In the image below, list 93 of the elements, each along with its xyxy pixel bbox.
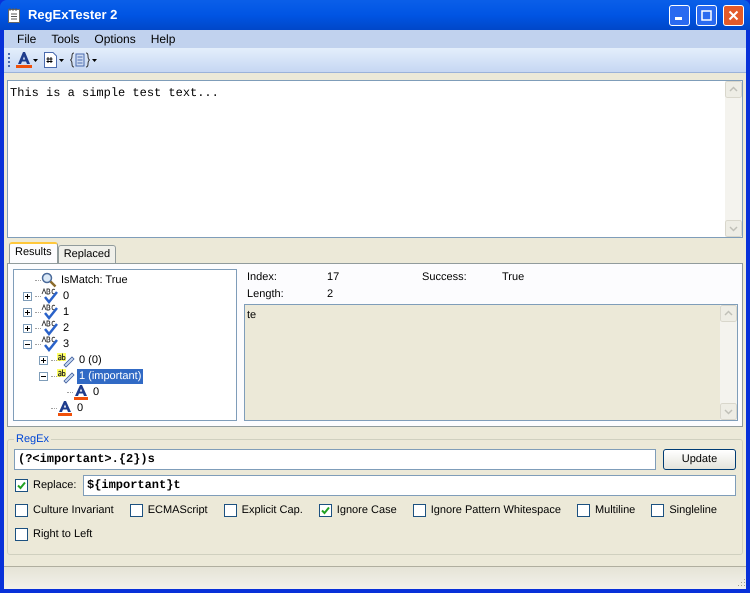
checkbox[interactable]	[15, 478, 28, 492]
spellcheck-icon	[41, 336, 59, 352]
checkbox[interactable]	[15, 504, 28, 516]
tree-item[interactable]: 0	[91, 384, 102, 400]
detail-value: True	[502, 270, 526, 284]
option-label: ECMAScript	[148, 502, 208, 518]
replacement-field[interactable]: ${important}t	[83, 474, 736, 496]
scroll-up-icon	[725, 81, 742, 98]
expand-toggle[interactable]	[22, 308, 32, 316]
tree-item[interactable]: IsMatch: True	[59, 272, 130, 288]
tree-item[interactable]: 0	[61, 288, 72, 304]
collapse-toggle[interactable]	[22, 340, 32, 348]
tab[interactable]: Results	[9, 242, 58, 263]
checkbox[interactable]	[130, 504, 143, 516]
window-title: RegExTester 2	[28, 6, 118, 24]
replace-label: Replace:	[33, 478, 78, 493]
plus-icon	[40, 358, 46, 362]
input-text-area[interactable]: This is a simple test text...	[7, 80, 743, 238]
group-title: RegEx	[15, 432, 50, 447]
option-label: Ignore Pattern Whitespace	[430, 502, 561, 518]
tree-item[interactable]: 2	[61, 320, 72, 336]
minimize-button[interactable]	[669, 4, 690, 26]
detail-value: 2	[327, 287, 334, 301]
pencil-text-icon	[57, 368, 75, 384]
notepad-icon	[6, 7, 22, 23]
detail-value: 17	[327, 270, 340, 284]
maximize-button[interactable]	[696, 4, 717, 26]
tree-item[interactable]: 3	[61, 336, 72, 352]
dropdown-arrow-icon	[92, 58, 97, 62]
format-block-button[interactable]	[70, 52, 97, 68]
minimize-icon	[674, 17, 682, 20]
spellcheck-icon	[41, 304, 59, 320]
vertical-scrollbar[interactable]	[725, 81, 742, 237]
checkmark-icon	[17, 480, 26, 490]
scroll-down-icon	[725, 220, 742, 237]
expand-toggle[interactable]	[22, 324, 32, 332]
option-label: Singleline	[669, 502, 718, 518]
menu-item[interactable]: File	[10, 30, 44, 48]
menu-item[interactable]: Tools	[44, 30, 86, 48]
close-button[interactable]	[723, 4, 744, 26]
plus-icon	[24, 326, 30, 330]
tab[interactable]: Replaced	[58, 245, 116, 263]
option-label: Explicit Cap.	[242, 502, 303, 518]
expand-toggle[interactable]	[22, 292, 32, 300]
font-color-button[interactable]	[16, 51, 38, 69]
scroll-down-icon	[720, 403, 737, 420]
detail-label: Success:	[422, 270, 468, 284]
letter-a-icon	[57, 400, 73, 416]
detail-label: Length:	[247, 287, 285, 301]
number-document-button[interactable]	[44, 52, 64, 68]
expand-toggle[interactable]	[38, 356, 48, 364]
spellcheck-icon	[41, 320, 59, 336]
pattern-field[interactable]: (?<important>.{2})s	[14, 448, 656, 470]
close-icon	[728, 10, 739, 20]
checkbox[interactable]	[318, 504, 332, 516]
plus-icon	[24, 310, 30, 314]
vertical-scrollbar[interactable]	[720, 305, 737, 420]
dropdown-arrow-icon	[33, 58, 38, 62]
minus-icon	[40, 374, 46, 378]
scroll-up-icon	[720, 305, 737, 322]
match-value-box[interactable]: te	[244, 304, 738, 421]
checkmark-icon	[320, 506, 330, 514]
checkbox[interactable]	[412, 504, 426, 516]
letter-a-icon	[73, 384, 89, 400]
magnifier-icon	[41, 272, 57, 288]
input-text: This is a simple test text...	[9, 85, 220, 102]
menu-item[interactable]: Help	[144, 30, 182, 48]
dropdown-arrow-icon	[59, 58, 64, 62]
menu-item[interactable]: Options	[87, 30, 143, 48]
option-label: Culture Invariant	[33, 502, 114, 518]
option-label: Right to Left	[33, 526, 92, 542]
pencil-text-icon	[57, 352, 75, 368]
detail-label: Index:	[247, 270, 278, 284]
option-label: Ignore Case	[336, 502, 397, 518]
letter-a-icon	[16, 51, 32, 69]
tree-item[interactable]: 0	[75, 400, 86, 416]
braces-list-icon	[70, 52, 90, 68]
maximize-icon	[701, 10, 712, 20]
checkbox[interactable]	[15, 528, 28, 540]
tree-item[interactable]: 1	[61, 304, 72, 320]
spellcheck-icon	[41, 288, 59, 304]
option-label: Multiline	[594, 502, 636, 518]
checkbox[interactable]	[651, 504, 664, 516]
update-button[interactable]: Update	[663, 448, 736, 470]
match-value: te	[246, 308, 258, 323]
checkbox[interactable]	[224, 504, 237, 516]
tree-item[interactable]: 0 (0)	[77, 352, 104, 368]
document-hash-icon	[44, 52, 57, 68]
tree-item[interactable]: 1 (important)	[77, 368, 144, 384]
minus-icon	[24, 342, 30, 346]
checkbox[interactable]	[576, 504, 590, 516]
plus-icon	[24, 294, 30, 298]
collapse-toggle[interactable]	[38, 372, 48, 380]
